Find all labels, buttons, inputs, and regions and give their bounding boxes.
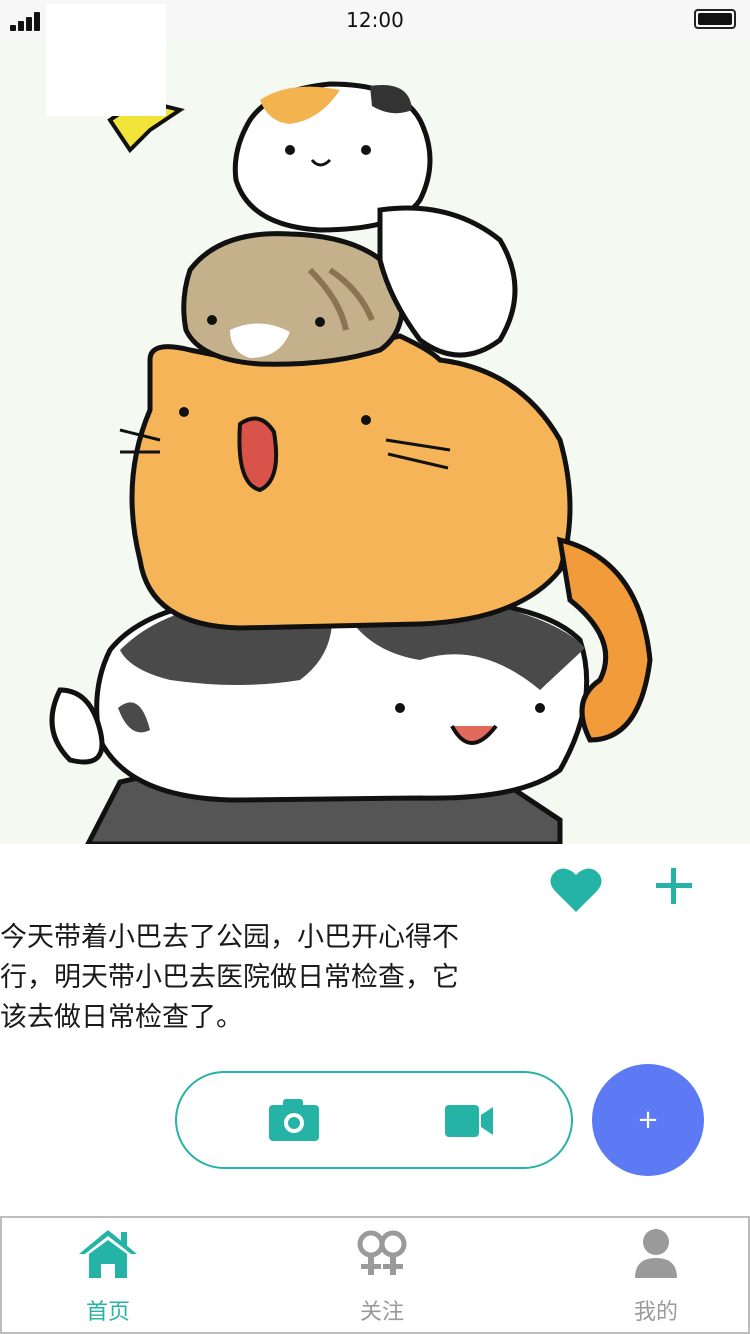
tab-me[interactable]: 我的 — [576, 1218, 736, 1334]
post-image[interactable] — [0, 40, 750, 844]
gender-icon — [357, 1228, 407, 1282]
fab-add-button[interactable]: + — [592, 1064, 704, 1176]
home-icon — [77, 1228, 139, 1284]
video-camera-icon[interactable] — [445, 1103, 497, 1139]
heart-icon[interactable] — [549, 866, 603, 914]
stacked-cats-illustration — [49, 81, 653, 844]
image-placeholder — [46, 4, 166, 116]
post-text: 今天带着小巴去了公园，小巴开心得不行，明天带小巴去医院做日常检查，它该去做日常检… — [0, 922, 459, 1033]
tab-label-home: 首页 — [85, 1300, 130, 1325]
camera-icon[interactable] — [269, 1097, 321, 1143]
user-icon — [633, 1228, 679, 1282]
tab-home[interactable]: 首页 — [28, 1218, 188, 1334]
tab-bar: 首页 关注 我的 — [0, 1216, 750, 1334]
tab-label-follow: 关注 — [359, 1300, 404, 1325]
tab-label-me: 我的 — [633, 1300, 678, 1325]
media-picker — [175, 1071, 573, 1169]
tab-follow[interactable]: 关注 — [302, 1218, 462, 1334]
battery-icon — [694, 9, 736, 29]
plus-icon[interactable] — [652, 864, 696, 908]
